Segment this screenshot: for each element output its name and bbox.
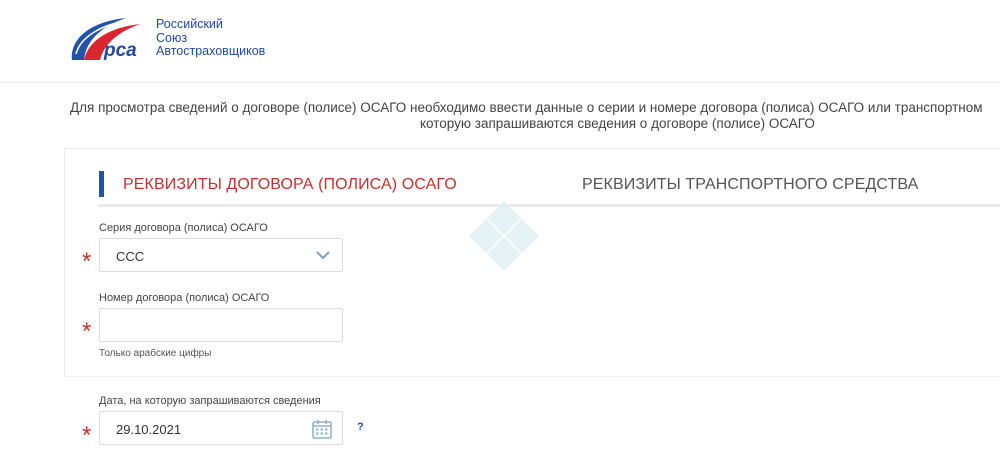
diamond-watermark-icon [469,201,539,271]
logo-line3: Автостраховщиков [156,44,266,58]
date-label: Дата, на которую запрашиваются сведения [99,395,321,407]
chevron-down-icon [316,251,330,260]
required-asterisk: * [82,318,92,345]
tabs-divider [98,204,1000,207]
date-input[interactable]: 29.10.2021 [99,411,343,445]
series-value: ССС [116,249,145,264]
intro-line1: Для просмотра сведений о договоре (полис… [70,100,983,115]
number-label: Номер договора (полиса) ОСАГО [99,292,270,304]
tab-vehicle-details[interactable]: РЕКВИЗИТЫ ТРАНСПОРТНОГО СРЕДСТВА [582,176,918,194]
series-label: Серия договора (полиса) ОСАГО [99,222,268,234]
required-asterisk: * [82,422,92,449]
number-hint: Только арабские цифры [99,348,212,359]
logo-line2: Союз [156,30,188,45]
logo-line1: Российский [156,17,223,31]
series-select[interactable]: ССС [99,238,343,272]
required-asterisk: * [82,248,92,275]
header: рса Российский Союз Автостраховщиков [0,0,1000,83]
number-input[interactable] [99,308,343,342]
svg-text:рса: рса [103,40,137,61]
date-value: 29.10.2021 [116,422,182,437]
logo-title: Российский Союз Автостраховщиков [156,17,266,59]
rsa-logo[interactable]: рса Российский Союз Автостраховщиков [66,16,286,64]
calendar-icon[interactable] [312,419,332,439]
intro-line2: которую запрашиваются сведения о договор… [420,116,815,131]
date-help-icon[interactable]: ? [357,421,364,433]
tab-policy-details[interactable]: РЕКВИЗИТЫ ДОГОВОРА (ПОЛИСА) ОСАГО [123,176,457,194]
active-tab-marker [99,171,104,197]
rsa-logo-icon: рса [71,18,140,61]
